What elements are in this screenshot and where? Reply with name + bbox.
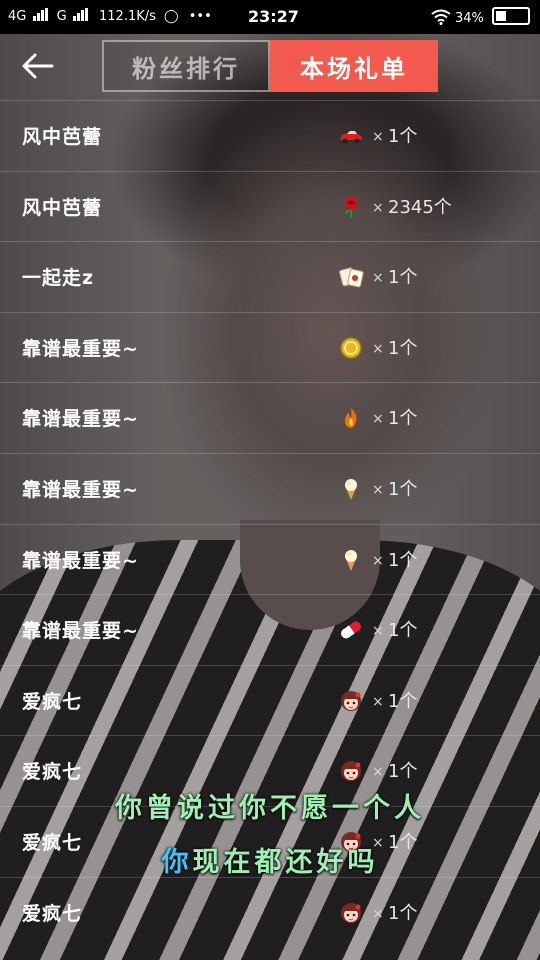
sender-name[interactable]: 靠谱最重要~ — [22, 383, 139, 453]
back-button[interactable] — [18, 48, 58, 84]
lyric-line-2: 你现在都还好吗 — [0, 840, 540, 879]
ice-cream-icon — [338, 548, 364, 572]
times-sign: × — [372, 905, 384, 922]
gift-row: 爱疯七 × 1个 — [0, 876, 540, 948]
clock: 23:27 — [248, 7, 299, 26]
back-arrow-icon — [22, 53, 54, 79]
network-status: 4G G 112.1K/s ◯ ••• — [8, 8, 212, 25]
tab-fan-ranking[interactable]: 粉丝排行 — [102, 40, 270, 92]
gift-row: 靠谱最重要~ × 1个 — [0, 523, 540, 595]
network-type-1: 4G — [8, 9, 27, 24]
gift-row: 靠谱最重要~ × 1个 — [0, 594, 540, 665]
doll-face-icon — [338, 901, 364, 925]
times-sign: × — [372, 693, 384, 710]
gift-quantity: 1个 — [388, 902, 418, 924]
times-sign: × — [372, 552, 384, 569]
gift-row: 靠谱最重要~ × 1个 — [0, 452, 540, 524]
battery-percent: 34% — [454, 11, 484, 26]
capsule-pill-icon — [338, 618, 364, 642]
sender-name[interactable]: 靠谱最重要~ — [22, 525, 139, 595]
doll-face-icon — [338, 759, 364, 783]
sender-name[interactable]: 靠谱最重要~ — [22, 454, 139, 524]
times-sign: × — [372, 129, 384, 145]
ice-cream-icon — [338, 477, 364, 501]
sender-name[interactable]: 爱疯七 — [22, 666, 82, 736]
system-icons: 34% — [431, 7, 530, 26]
gift-quantity: 1个 — [388, 337, 418, 359]
rose-icon — [338, 195, 364, 219]
sports-car-icon — [338, 124, 364, 148]
gift-row: 靠谱最重要~ × 1个 — [0, 311, 540, 383]
gold-coin-icon — [338, 336, 364, 360]
sender-name[interactable]: 靠谱最重要~ — [22, 313, 139, 383]
status-bar: 4G G 112.1K/s ◯ ••• 23:27 34% — [0, 0, 540, 34]
times-sign: × — [372, 270, 384, 287]
signal-icon-2 — [72, 8, 89, 25]
doll-face-icon — [338, 689, 364, 713]
fire-icon — [338, 406, 364, 430]
network-type-2: G — [56, 9, 67, 24]
gift-row: 爱疯七 × 1个 — [0, 664, 540, 736]
gift-quantity: 1个 — [388, 126, 418, 147]
sender-name[interactable]: 风中芭蕾 — [22, 101, 102, 171]
mahjong-icon — [338, 265, 364, 289]
gift-row: 靠谱最重要~ × 1个 — [0, 382, 540, 453]
more-dots: ••• — [188, 9, 212, 24]
gift-quantity: 2345个 — [388, 196, 452, 218]
gift-quantity: 1个 — [388, 267, 418, 289]
sender-name[interactable]: 风中芭蕾 — [22, 172, 102, 242]
sender-name[interactable]: 爱疯七 — [22, 878, 82, 948]
gift-row: 风中芭蕾 × 1个 — [0, 100, 540, 171]
wifi-icon — [431, 9, 451, 25]
gift-quantity: 1个 — [388, 408, 418, 430]
times-sign: × — [372, 199, 384, 216]
lyric-rest: 现在都还好吗 — [192, 847, 379, 878]
gift-quantity: 1个 — [388, 549, 418, 571]
lyric-highlight: 你 — [161, 847, 193, 878]
battery-icon — [492, 7, 530, 25]
times-sign: × — [372, 623, 384, 640]
sender-name[interactable]: 一起走z — [22, 242, 94, 312]
gift-row: 一起走z × 1个 — [0, 241, 540, 312]
qq-icon: ◯ — [164, 9, 179, 24]
times-sign: × — [372, 411, 384, 428]
lyric-line-1: 你曾说过你不愿一个人 — [115, 793, 425, 824]
gift-quantity: 1个 — [388, 690, 418, 712]
times-sign: × — [372, 481, 384, 498]
times-sign: × — [372, 340, 384, 357]
header: 粉丝排行 本场礼单 — [0, 34, 540, 100]
tab-gift-list[interactable]: 本场礼单 — [270, 40, 438, 92]
gift-quantity: 1个 — [388, 478, 418, 500]
sender-name[interactable]: 靠谱最重要~ — [22, 595, 139, 665]
gift-row: 风中芭蕾 × 2345个 — [0, 170, 540, 242]
gift-quantity: 1个 — [388, 620, 418, 642]
network-speed: 112.1K/s — [99, 9, 156, 24]
signal-icon — [32, 8, 49, 25]
tab-bar: 粉丝排行 本场礼单 — [102, 40, 438, 92]
